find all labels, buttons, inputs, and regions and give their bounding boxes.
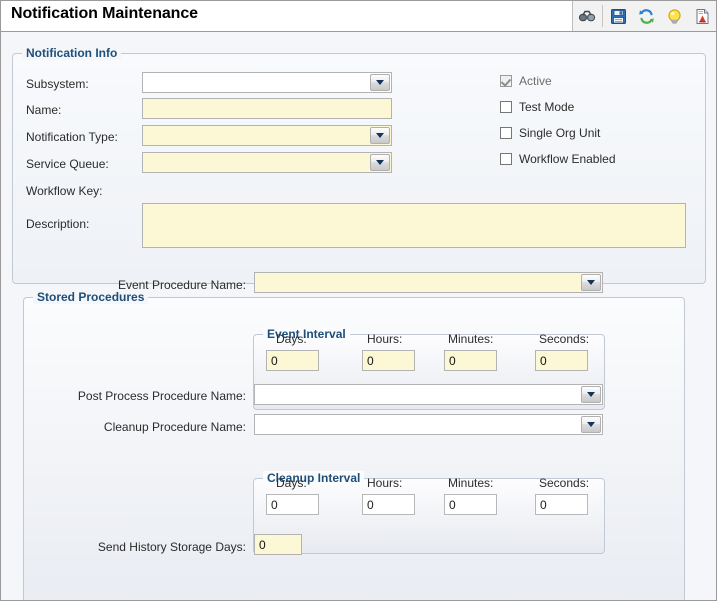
toolbar-separator bbox=[602, 5, 603, 27]
cleanup-minutes-label: Minutes: bbox=[448, 476, 493, 490]
workflow-enabled-label: Workflow Enabled bbox=[519, 152, 616, 166]
post-process-procedure-label: Post Process Procedure Name: bbox=[61, 389, 246, 403]
stored-procedures-legend: Stored Procedures bbox=[33, 290, 148, 304]
workflow-key-label: Workflow Key: bbox=[26, 184, 102, 198]
event-days-input[interactable] bbox=[266, 350, 319, 371]
cleanup-procedure-combo[interactable] bbox=[254, 414, 603, 435]
subsystem-value bbox=[143, 73, 370, 92]
save-icon[interactable] bbox=[604, 2, 632, 30]
event-procedure-label: Event Procedure Name: bbox=[61, 278, 246, 292]
subsystem-combo[interactable] bbox=[142, 72, 392, 93]
send-history-storage-days-label: Send History Storage Days: bbox=[61, 540, 246, 554]
notification-type-combo[interactable] bbox=[142, 125, 392, 146]
toolbar bbox=[572, 1, 716, 31]
post-process-procedure-chevron-down-icon[interactable] bbox=[581, 386, 601, 403]
event-procedure-chevron-down-icon[interactable] bbox=[581, 274, 601, 291]
event-seconds-input[interactable] bbox=[535, 350, 588, 371]
cleanup-seconds-input[interactable] bbox=[535, 494, 588, 515]
active-checkbox-row[interactable]: Active bbox=[500, 74, 552, 88]
event-minutes-input[interactable] bbox=[444, 350, 497, 371]
page-title: Notification Maintenance bbox=[11, 5, 198, 23]
service-queue-value bbox=[143, 153, 370, 172]
single-org-unit-checkbox[interactable] bbox=[500, 127, 512, 139]
event-procedure-combo[interactable] bbox=[254, 272, 603, 293]
subsystem-label: Subsystem: bbox=[26, 77, 89, 91]
event-seconds-label: Seconds: bbox=[539, 332, 589, 346]
cleanup-hours-input[interactable] bbox=[362, 494, 415, 515]
notification-maintenance-window: Notification Maintenance bbox=[0, 0, 717, 601]
test-mode-checkbox-row[interactable]: Test Mode bbox=[500, 100, 574, 114]
titlebar: Notification Maintenance bbox=[1, 1, 716, 32]
cleanup-days-label: Days: bbox=[276, 476, 307, 490]
post-process-procedure-combo[interactable] bbox=[254, 384, 603, 405]
event-hours-label: Hours: bbox=[367, 332, 402, 346]
service-queue-combo[interactable] bbox=[142, 152, 392, 173]
service-queue-chevron-down-icon[interactable] bbox=[370, 154, 390, 171]
single-org-unit-checkbox-row[interactable]: Single Org Unit bbox=[500, 126, 600, 140]
active-label: Active bbox=[519, 74, 552, 88]
cleanup-days-input[interactable] bbox=[266, 494, 319, 515]
post-process-procedure-value bbox=[255, 385, 581, 404]
refresh-icon[interactable] bbox=[632, 2, 660, 30]
notification-type-chevron-down-icon[interactable] bbox=[370, 127, 390, 144]
workflow-enabled-checkbox-row[interactable]: Workflow Enabled bbox=[500, 152, 616, 166]
single-org-unit-label: Single Org Unit bbox=[519, 126, 600, 140]
event-procedure-value bbox=[255, 273, 581, 292]
service-queue-label: Service Queue: bbox=[26, 157, 109, 171]
active-checkbox bbox=[500, 75, 512, 87]
notification-info-legend: Notification Info bbox=[22, 46, 121, 60]
report-icon[interactable] bbox=[688, 2, 716, 30]
cleanup-hours-label: Hours: bbox=[367, 476, 402, 490]
name-input[interactable] bbox=[142, 98, 392, 119]
lightbulb-icon[interactable] bbox=[660, 2, 688, 30]
workflow-enabled-checkbox[interactable] bbox=[500, 153, 512, 165]
send-history-storage-days-input[interactable] bbox=[254, 534, 302, 555]
cleanup-procedure-label: Cleanup Procedure Name: bbox=[61, 420, 246, 434]
name-label: Name: bbox=[26, 103, 61, 117]
subsystem-chevron-down-icon[interactable] bbox=[370, 74, 390, 91]
cleanup-minutes-input[interactable] bbox=[444, 494, 497, 515]
cleanup-seconds-label: Seconds: bbox=[539, 476, 589, 490]
event-minutes-label: Minutes: bbox=[448, 332, 493, 346]
content-area: Notification Info Subsystem: Name: Notif… bbox=[1, 32, 716, 600]
test-mode-checkbox[interactable] bbox=[500, 101, 512, 113]
notification-type-value bbox=[143, 126, 370, 145]
test-mode-label: Test Mode bbox=[519, 100, 574, 114]
cleanup-procedure-value bbox=[255, 415, 581, 434]
notification-type-label: Notification Type: bbox=[26, 130, 118, 144]
description-textarea[interactable] bbox=[142, 203, 686, 248]
description-label: Description: bbox=[26, 217, 89, 231]
cleanup-procedure-chevron-down-icon[interactable] bbox=[581, 416, 601, 433]
event-hours-input[interactable] bbox=[362, 350, 415, 371]
event-days-label: Days: bbox=[276, 332, 307, 346]
binoculars-icon[interactable] bbox=[573, 2, 601, 30]
